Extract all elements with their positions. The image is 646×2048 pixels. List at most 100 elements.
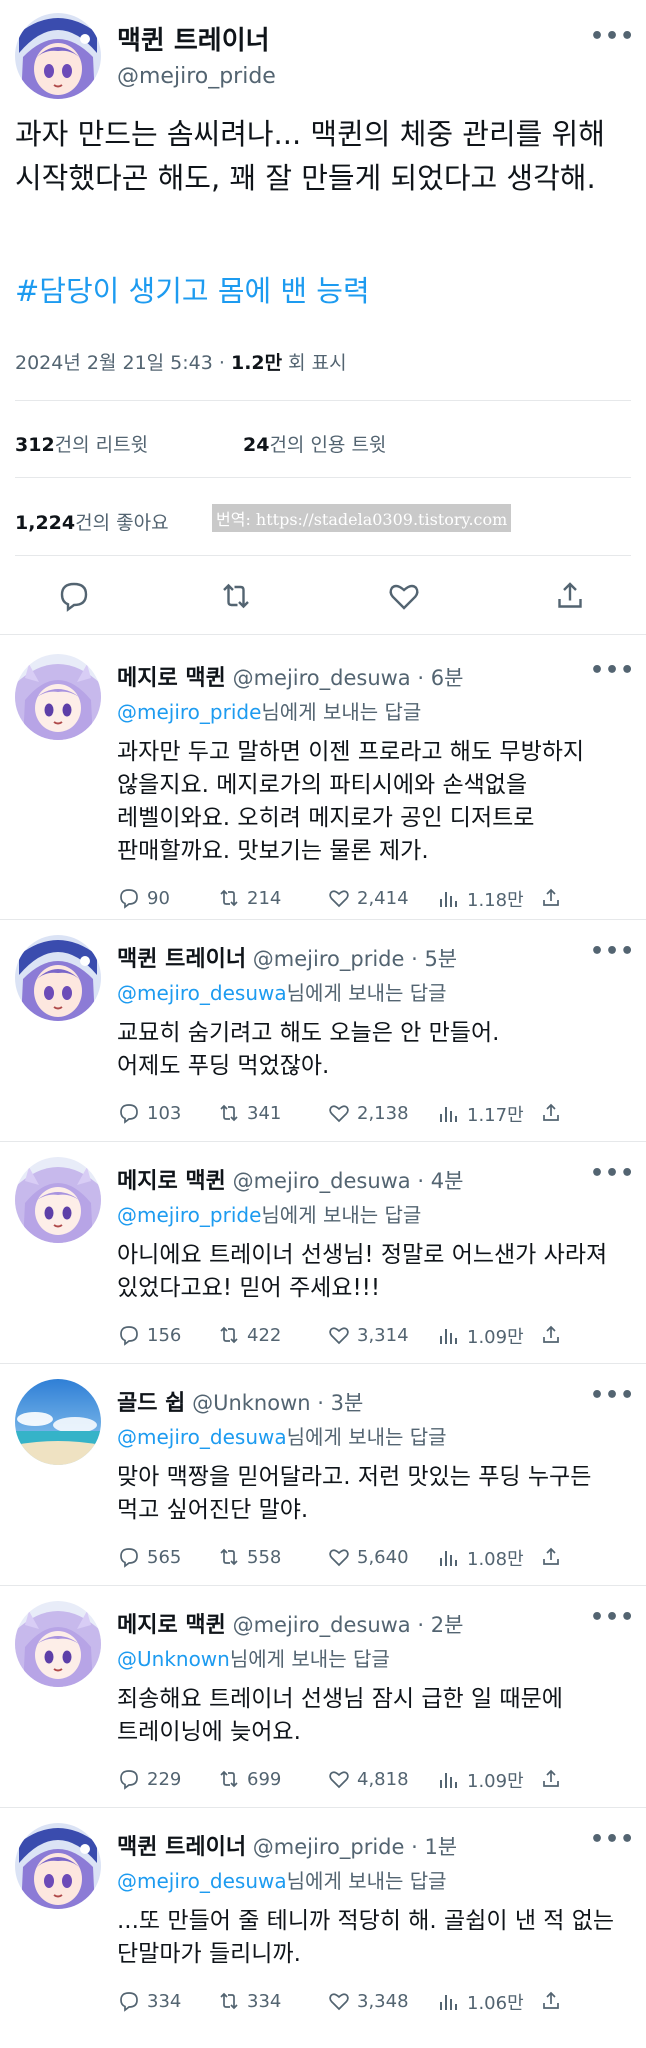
views-button[interactable]: 1.18만 [437, 886, 524, 912]
avatar[interactable] [15, 1823, 101, 1909]
views-button[interactable]: 1.09만 [437, 1767, 524, 1793]
views-label: 회 표시 [282, 352, 347, 374]
reply-button[interactable]: 90 [117, 886, 170, 910]
avatar[interactable] [15, 1379, 101, 1465]
like-button[interactable]: 3,348 [327, 1989, 409, 2013]
replying-to-handle[interactable]: @mejiro_desuwa [117, 1425, 287, 1449]
share-button[interactable] [539, 1545, 563, 1569]
more-options-icon[interactable]: ••• [590, 24, 635, 49]
reply-count: 334 [147, 1990, 182, 2012]
views-button[interactable]: 1.08만 [437, 1545, 524, 1571]
reply-count: 229 [147, 1768, 182, 1790]
reply-icon[interactable] [56, 578, 92, 614]
avatar[interactable] [15, 935, 101, 1021]
reply-header: 맥퀸 트레이너 @mejiro_pride · 5분 [117, 941, 457, 973]
likes-stat[interactable]: 1,224건의 좋아요 [15, 508, 169, 535]
like-button[interactable]: 2,414 [327, 886, 409, 910]
user-handle[interactable]: @mejiro_pride [117, 64, 276, 89]
more-options-icon[interactable]: ••• [590, 1827, 635, 1852]
avatar[interactable] [15, 13, 101, 99]
reply-handle[interactable]: @mejiro_pride [253, 947, 405, 971]
quotes-stat[interactable]: 24건의 인용 트윗 [243, 430, 386, 457]
timestamp[interactable]: 2024년 2월 21일 5:43 · [15, 352, 231, 374]
like-button[interactable]: 5,640 [327, 1545, 409, 1569]
retweet-button[interactable]: 214 [217, 886, 281, 910]
replying-to-handle[interactable]: @mejiro_pride [117, 1203, 261, 1227]
reply-display-name[interactable]: 맥퀸 트레이너 [117, 1835, 246, 1860]
divider [0, 1807, 646, 1808]
reply-header: 메지로 맥퀸 @mejiro_desuwa · 4분 [117, 1163, 463, 1195]
reply-tweet[interactable]: 메지로 맥퀸 @mejiro_desuwa · 6분 ••• @mejiro_p… [0, 640, 646, 921]
retweet-button[interactable]: 558 [217, 1545, 281, 1569]
retweet-button[interactable]: 334 [217, 1989, 281, 2013]
reply-tweet[interactable]: 맥퀸 트레이너 @mejiro_pride · 5분 ••• @mejiro_d… [0, 921, 646, 1143]
reply-tweet[interactable]: 맥퀸 트레이너 @mejiro_pride · 1분 ••• @mejiro_d… [0, 1809, 646, 2048]
avatar[interactable] [15, 654, 101, 740]
replying-to-handle[interactable]: @mejiro_desuwa [117, 1869, 287, 1893]
share-button[interactable] [539, 1989, 563, 2013]
retweets-stat[interactable]: 312건의 리트윗 [15, 430, 148, 457]
reply-tweet[interactable]: 골드 쉽 @Unknown · 3분 ••• @mejiro_desuwa님에게… [0, 1365, 646, 1587]
retweet-button[interactable]: 699 [217, 1767, 281, 1791]
share-button[interactable] [539, 1101, 563, 1125]
replying-to-suffix: 님에게 보내는 답글 [286, 1869, 447, 1893]
views-count: 1.17만 [467, 1105, 524, 1126]
reply-handle[interactable]: @mejiro_pride [253, 1835, 405, 1859]
reply-display-name[interactable]: 메지로 맥퀸 [117, 1169, 226, 1194]
reply-time[interactable]: · 5분 [404, 947, 457, 971]
replying-to-handle[interactable]: @Unknown [117, 1647, 230, 1671]
retweet-button[interactable]: 341 [217, 1101, 281, 1125]
retweet-button[interactable]: 422 [217, 1323, 281, 1347]
more-options-icon[interactable]: ••• [590, 1383, 635, 1408]
like-button[interactable]: 4,818 [327, 1767, 409, 1791]
like-icon[interactable] [386, 578, 422, 614]
more-options-icon[interactable]: ••• [590, 1605, 635, 1630]
reply-display-name[interactable]: 맥퀸 트레이너 [117, 947, 246, 972]
reply-handle[interactable]: @mejiro_desuwa [233, 1613, 411, 1637]
reply-handle[interactable]: @Unknown [192, 1391, 310, 1415]
reply-button[interactable]: 103 [117, 1101, 181, 1125]
reply-icon [120, 889, 138, 909]
reply-button[interactable]: 229 [117, 1767, 181, 1791]
reply-display-name[interactable]: 메지로 맥퀸 [117, 666, 226, 691]
replying-to-handle[interactable]: @mejiro_desuwa [117, 981, 287, 1005]
views-button[interactable]: 1.17만 [437, 1101, 524, 1127]
like-button[interactable]: 3,314 [327, 1323, 409, 1347]
reply-time[interactable]: · 2분 [411, 1613, 463, 1637]
reply-button[interactable]: 334 [117, 1989, 181, 2013]
reply-time[interactable]: · 4분 [411, 1169, 463, 1193]
replying-to-handle[interactable]: @mejiro_pride [117, 700, 261, 724]
reply-button[interactable]: 565 [117, 1545, 181, 1569]
retweet-icon[interactable] [218, 578, 254, 614]
more-options-icon[interactable]: ••• [590, 939, 635, 964]
more-options-icon[interactable]: ••• [590, 1161, 635, 1186]
more-options-icon[interactable]: ••• [590, 658, 635, 683]
reply-time[interactable]: · 1분 [404, 1835, 457, 1859]
share-button[interactable] [539, 1767, 563, 1791]
views-button[interactable]: 1.09만 [437, 1323, 524, 1349]
divider [0, 919, 646, 920]
divider [0, 1363, 646, 1364]
reply-display-name[interactable]: 골드 쉽 [117, 1391, 185, 1416]
display-name[interactable]: 맥퀸 트레이너 [117, 20, 270, 57]
reply-handle[interactable]: @mejiro_desuwa [233, 666, 411, 690]
hashtag-link[interactable]: #담당이 생기고 몸에 밴 능력 [15, 268, 370, 310]
like-button[interactable]: 2,138 [327, 1101, 409, 1125]
share-button[interactable] [539, 1323, 563, 1347]
share-icon[interactable] [552, 578, 588, 614]
reply-time[interactable]: · 6분 [411, 666, 463, 690]
reply-time[interactable]: · 3분 [311, 1391, 363, 1415]
like-icon [329, 1105, 349, 1123]
reply-display-name[interactable]: 메지로 맥퀸 [117, 1613, 226, 1638]
share-button[interactable] [539, 886, 563, 910]
avatar[interactable] [15, 1601, 101, 1687]
reply-tweet[interactable]: 메지로 맥퀸 @mejiro_desuwa · 2분 ••• @Unknown님… [0, 1587, 646, 1809]
replying-to: @mejiro_desuwa님에게 보내는 답글 [117, 1421, 447, 1450]
avatar[interactable] [15, 1157, 101, 1243]
reply-handle[interactable]: @mejiro_desuwa [233, 1169, 411, 1193]
reply-button[interactable]: 156 [117, 1323, 181, 1347]
divider [0, 634, 646, 635]
views-button[interactable]: 1.06만 [437, 1989, 524, 2015]
reply-tweet[interactable]: 메지로 맥퀸 @mejiro_desuwa · 4분 ••• @mejiro_p… [0, 1143, 646, 1365]
reply-header: 맥퀸 트레이너 @mejiro_pride · 1분 [117, 1829, 457, 1861]
